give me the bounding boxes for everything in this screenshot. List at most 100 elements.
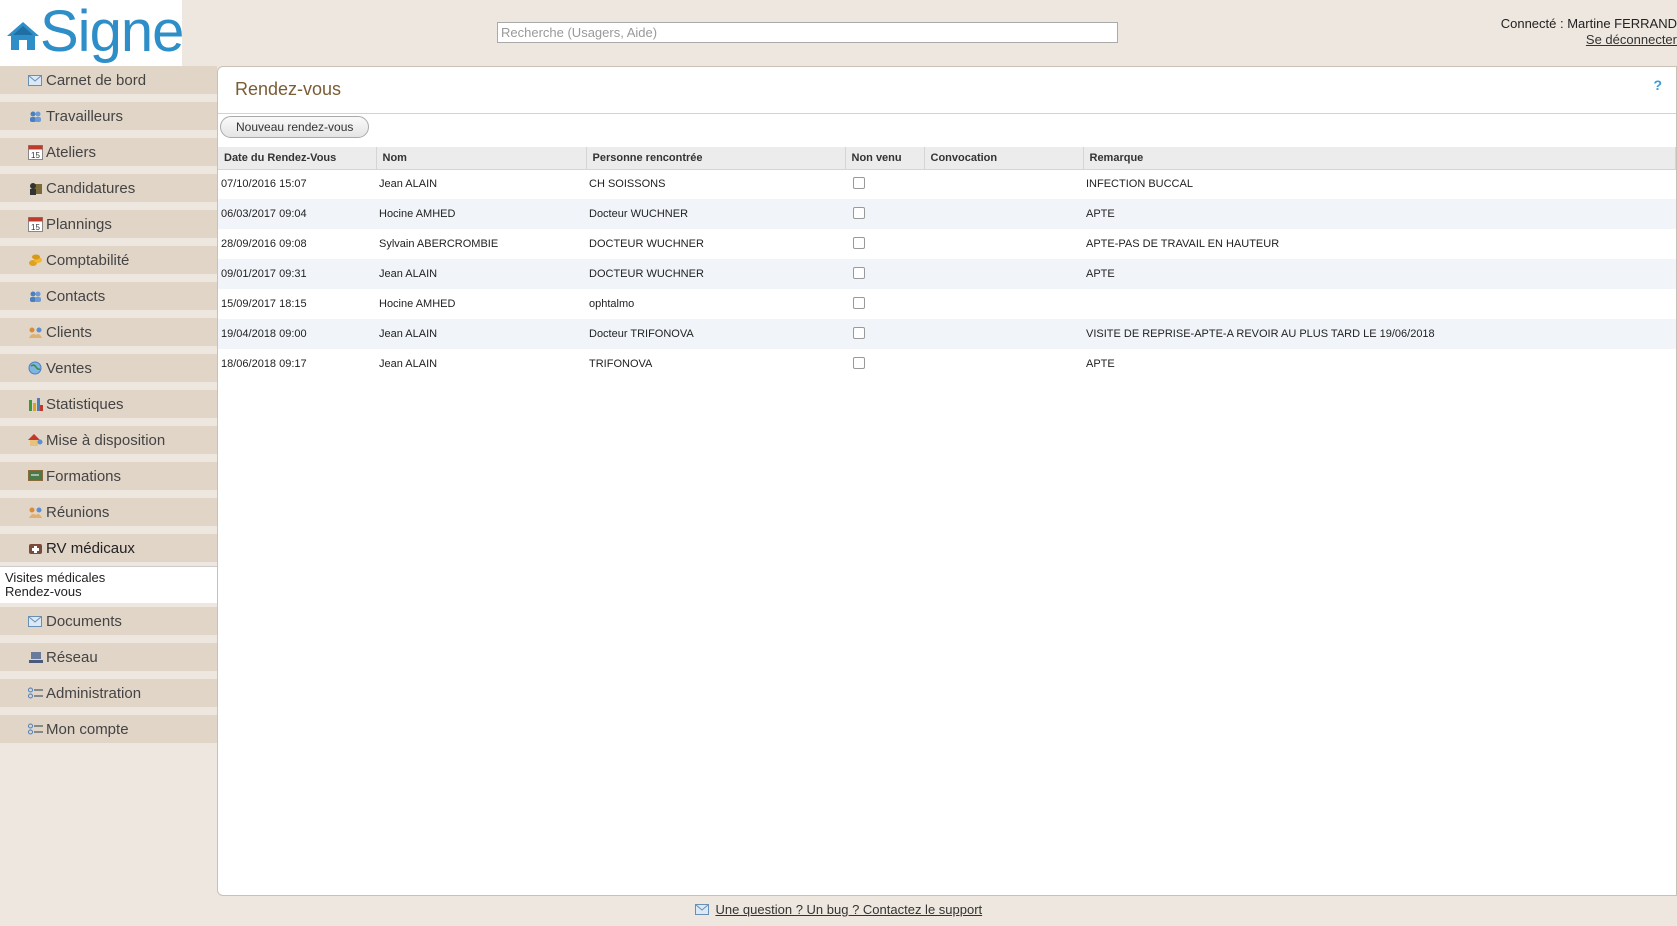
cell-non-venu (845, 349, 924, 379)
sidebar-item-label: Clients (46, 323, 92, 341)
support-link[interactable]: Une question ? Un bug ? Contactez le sup… (715, 902, 982, 917)
column-header-non-venu[interactable]: Non venu (845, 147, 925, 170)
sidebar-item-travailleurs[interactable]: Travailleurs (0, 102, 217, 134)
column-header-nom[interactable]: Nom (376, 147, 587, 170)
column-header-personne[interactable]: Personne rencontrée (586, 147, 846, 170)
panel-header: Rendez-vous ? (218, 67, 1676, 114)
cell-personne: DOCTEUR WUCHNER (586, 259, 845, 289)
sidebar-item-mon-compte[interactable]: Mon compte (0, 715, 217, 747)
svg-text:15: 15 (31, 223, 40, 232)
non-venu-checkbox[interactable] (853, 356, 865, 369)
sidebar-item-candidatures[interactable]: Candidatures (0, 174, 217, 206)
sidebar-item-label: RV médicaux (46, 539, 135, 557)
cell-date: 28/09/2016 09:08 (221, 238, 307, 250)
cell-date: 18/06/2018 09:17 (221, 358, 307, 370)
non-venu-checkbox[interactable] (853, 296, 865, 309)
cell-remarque (1083, 289, 1676, 319)
sidebar-item-label: Documents (46, 612, 122, 630)
sidebar-item-documents[interactable]: Documents (0, 607, 217, 639)
submenu-item-visites-medicales[interactable]: Visites médicales (5, 571, 212, 585)
people-icon (27, 289, 43, 303)
sidebar-item-mise-a-disposition[interactable]: Mise à disposition (0, 426, 217, 458)
sidebar-item-statistiques[interactable]: Statistiques (0, 390, 217, 422)
cell-remarque: VISITE DE REPRISE-APTE-A REVOIR AU PLUS … (1083, 319, 1676, 349)
table-row[interactable]: 28/09/2016 09:08 Sylvain ABERCROMBIE DOC… (218, 229, 1676, 259)
non-venu-checkbox[interactable] (853, 266, 865, 279)
main-panel: Rendez-vous ? Nouveau rendez-vous Date d… (217, 66, 1677, 896)
logout-link[interactable]: Se déconnecter (1501, 32, 1677, 48)
sidebar: Carnet de bord Travailleurs 15 Ateliers … (0, 66, 217, 751)
cell-non-venu (845, 229, 924, 259)
cell-remarque: APTE-PAS DE TRAVAIL EN HAUTEUR (1086, 238, 1280, 250)
coins-icon (27, 253, 43, 267)
sidebar-item-label: Carnet de bord (46, 71, 147, 89)
table-row[interactable]: 06/03/2017 09:04 Hocine AMHED Docteur WU… (218, 199, 1676, 229)
sidebar-item-label: Candidatures (46, 179, 136, 197)
envelope-icon (27, 73, 43, 87)
cell-personne: Docteur WUCHNER (586, 199, 845, 229)
logo-text: Signe (40, 0, 184, 64)
sidebar-item-label: Administration (46, 684, 142, 702)
folder-user-icon (27, 181, 43, 195)
sidebar-item-ateliers[interactable]: 15 Ateliers (0, 138, 217, 170)
cell-non-venu (845, 259, 924, 289)
cell-non-venu (845, 289, 924, 319)
page-title: Rendez-vous (235, 79, 342, 99)
appointments-table: Date du Rendez-Vous Nom Personne rencont… (218, 147, 1676, 379)
envelope-icon (694, 903, 709, 918)
submenu-rv-medicaux: Visites médicales Rendez-vous (0, 566, 217, 603)
cell-convocation (924, 349, 1083, 379)
logo[interactable]: Signe (0, 0, 184, 66)
cell-personne: CH SOISSONS (589, 178, 666, 191)
sidebar-item-label: Réseau (46, 648, 98, 666)
calendar-icon: 15 (27, 144, 43, 160)
sidebar-item-formations[interactable]: Formations (0, 462, 217, 494)
non-venu-checkbox[interactable] (853, 176, 865, 189)
cell-personne: Docteur TRIFONOVA (586, 319, 845, 349)
cell-date: 19/04/2018 09:00 (218, 319, 376, 349)
cell-convocation (924, 289, 1083, 319)
column-header-remarque[interactable]: Remarque (1083, 147, 1676, 170)
sidebar-item-administration[interactable]: Administration (0, 679, 217, 711)
user-info: Connecté : Martine FERRAND Se déconnecte… (1501, 16, 1677, 48)
column-header-date[interactable]: Date du Rendez-Vous (218, 147, 377, 170)
submenu-item-rendez-vous[interactable]: Rendez-vous (5, 585, 212, 599)
handshake-icon (27, 505, 43, 519)
column-header-convocation[interactable]: Convocation (924, 147, 1084, 170)
cell-personne: TRIFONOVA (589, 358, 653, 370)
non-venu-checkbox[interactable] (853, 206, 865, 219)
sidebar-item-plannings[interactable]: 15 Plannings (0, 210, 217, 242)
cell-convocation (924, 259, 1083, 289)
house-logo-icon (7, 22, 39, 50)
table-row[interactable]: 15/09/2017 18:15 Hocine AMHED ophtalmo (218, 289, 1676, 319)
sidebar-item-label: Mon compte (46, 720, 129, 738)
cell-personne: DOCTEUR WUCHNER (589, 238, 704, 250)
sidebar-item-clients[interactable]: Clients (0, 318, 217, 350)
cell-nom: Jean ALAIN (379, 178, 438, 191)
table-row[interactable]: 19/04/2018 09:00 Jean ALAIN Docteur TRIF… (218, 319, 1676, 349)
sidebar-item-comptabilite[interactable]: Comptabilité (0, 246, 217, 278)
sidebar-item-reunions[interactable]: Réunions (0, 498, 217, 530)
cell-date: 06/03/2017 09:04 (218, 199, 376, 229)
cell-nom: Jean ALAIN (376, 259, 586, 289)
medical-icon (27, 541, 43, 555)
cell-convocation (924, 199, 1083, 229)
sidebar-item-label: Statistiques (46, 395, 124, 413)
table-row[interactable]: 18/06/2018 09:17 Jean ALAIN TRIFONOVA AP… (218, 349, 1676, 379)
table-row[interactable]: 09/01/2017 09:31 Jean ALAIN DOCTEUR WUCH… (218, 259, 1676, 289)
non-venu-checkbox[interactable] (853, 326, 865, 339)
sidebar-item-rv-medicaux[interactable]: RV médicaux (0, 534, 217, 566)
table-row[interactable]: 07/10/2016 15:07 Jean ALAIN CH SOISSONS … (218, 169, 1676, 199)
sidebar-item-carnet-de-bord[interactable]: Carnet de bord (0, 66, 217, 98)
sidebar-item-ventes[interactable]: Ventes (0, 354, 217, 386)
cell-nom: Hocine AMHED (376, 199, 586, 229)
help-button[interactable]: ? (1653, 77, 1662, 93)
table-header-row: Date du Rendez-Vous Nom Personne rencont… (218, 147, 1676, 170)
non-venu-checkbox[interactable] (853, 236, 865, 249)
sidebar-item-contacts[interactable]: Contacts (0, 282, 217, 314)
sidebar-item-reseau[interactable]: Réseau (0, 643, 217, 675)
cell-remarque: INFECTION BUCCAL (1086, 178, 1193, 191)
search-input[interactable] (497, 22, 1118, 43)
house-user-icon (27, 433, 43, 447)
new-appointment-button[interactable]: Nouveau rendez-vous (220, 116, 370, 138)
